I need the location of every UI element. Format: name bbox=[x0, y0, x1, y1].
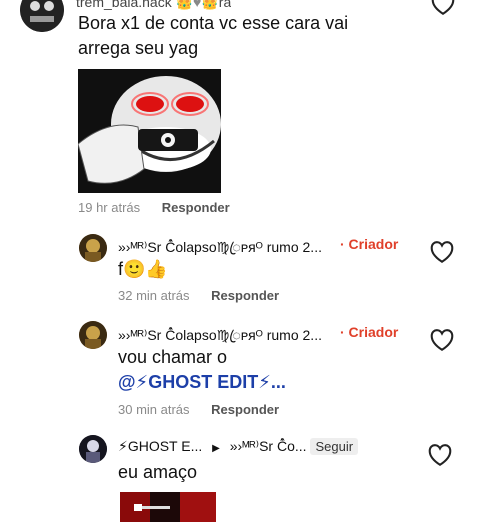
avatar-image bbox=[79, 234, 107, 262]
reply-button[interactable]: Responder bbox=[162, 200, 230, 215]
avatar-image bbox=[79, 435, 107, 463]
creator-badge: · Criador bbox=[340, 236, 399, 252]
comment-time: 32 min atrás bbox=[118, 288, 190, 303]
mention-link[interactable]: @⚡GHOST EDIT⚡... bbox=[118, 370, 418, 395]
avatar[interactable] bbox=[79, 321, 107, 349]
like-heart-icon[interactable] bbox=[430, 0, 456, 16]
avatar-image bbox=[20, 0, 64, 32]
avatar[interactable] bbox=[79, 234, 107, 262]
emoji-text: 🙂👍 bbox=[123, 259, 168, 279]
comment-text: eu amaço bbox=[118, 462, 198, 482]
avatar[interactable] bbox=[79, 435, 107, 463]
creator-badge: · Criador bbox=[340, 324, 399, 340]
comment-image[interactable] bbox=[120, 492, 216, 522]
comment-meta: 30 min atrás Responder bbox=[118, 402, 279, 417]
like-heart-icon[interactable] bbox=[427, 443, 453, 467]
comment-meta: 19 hr atrás Responder bbox=[78, 200, 230, 215]
avatar[interactable] bbox=[20, 0, 64, 32]
comment-image[interactable] bbox=[78, 69, 221, 193]
comment-username[interactable]: ⚡GHOST E... ▶ »›ᴹᴿ⁾Sr Ĉ̊o... Seguir bbox=[118, 438, 359, 455]
comment-meta: 32 min atrás Responder bbox=[118, 288, 279, 303]
comment-time: 30 min atrás bbox=[118, 402, 190, 417]
reply-to-username[interactable]: »›ᴹᴿ⁾Sr Ĉ̊o... bbox=[230, 438, 307, 454]
comment-time: 19 hr atrás bbox=[78, 200, 141, 215]
badge-icon: 👑 bbox=[201, 0, 219, 10]
reply-button[interactable]: Responder bbox=[211, 402, 279, 417]
comment-text: f🙂👍 bbox=[118, 259, 168, 279]
avatar-image bbox=[79, 321, 107, 349]
follow-button[interactable]: Seguir bbox=[310, 438, 359, 455]
like-heart-icon[interactable] bbox=[429, 328, 455, 352]
troll-face-image bbox=[78, 69, 221, 193]
reply-arrow-icon: ▶ bbox=[212, 443, 220, 454]
comment-text: Bora x1 de conta vc esse cara vai arrega… bbox=[78, 13, 349, 58]
like-heart-icon[interactable] bbox=[429, 240, 455, 264]
reply-button[interactable]: Responder bbox=[211, 288, 279, 303]
badge-icon: 👑 bbox=[175, 0, 194, 10]
comment-text: vou chamar o @⚡GHOST EDIT⚡... bbox=[118, 345, 418, 395]
comment-username[interactable]: trem_bala.hack 👑♥👑ra bbox=[76, 0, 231, 11]
thumbnail-image bbox=[120, 492, 216, 522]
